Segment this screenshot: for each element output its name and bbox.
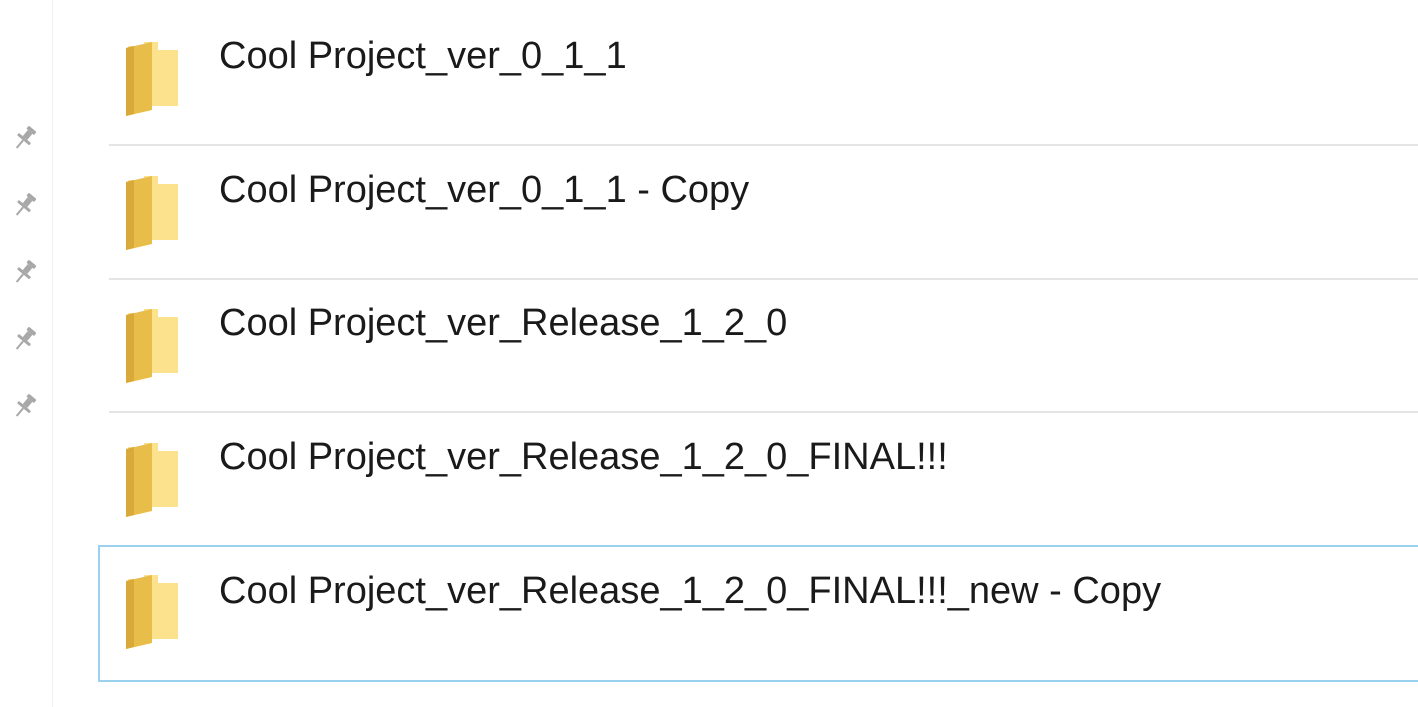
folder-item[interactable]: Cool Project_ver_0_1_1 bbox=[109, 16, 1418, 146]
file-name: Cool Project_ver_Release_1_2_0 bbox=[219, 302, 788, 344]
folder-item[interactable]: Cool Project_ver_0_1_1 - Copy bbox=[109, 150, 1418, 280]
folder-icon bbox=[124, 174, 180, 252]
file-name: Cool Project_ver_0_1_1 bbox=[219, 35, 627, 77]
file-name: Cool Project_ver_Release_1_2_0_FINAL!!! bbox=[219, 436, 948, 478]
file-explorer-window: Cool Project_ver_0_1_1 Cool Project_ver_… bbox=[0, 0, 1418, 707]
file-list: Cool Project_ver_0_1_1 Cool Project_ver_… bbox=[0, 0, 1418, 707]
folder-item[interactable]: Cool Project_ver_Release_1_2_0 bbox=[109, 283, 1418, 413]
folder-item[interactable]: Cool Project_ver_Release_1_2_0_FINAL!!! bbox=[109, 417, 1418, 547]
folder-icon bbox=[124, 40, 180, 118]
folder-item-selected[interactable]: Cool Project_ver_Release_1_2_0_FINAL!!!_… bbox=[98, 545, 1418, 682]
file-name: Cool Project_ver_0_1_1 - Copy bbox=[219, 169, 750, 211]
folder-icon bbox=[124, 573, 180, 651]
folder-icon bbox=[124, 307, 180, 385]
folder-icon bbox=[124, 441, 180, 519]
file-name: Cool Project_ver_Release_1_2_0_FINAL!!!_… bbox=[219, 570, 1162, 612]
